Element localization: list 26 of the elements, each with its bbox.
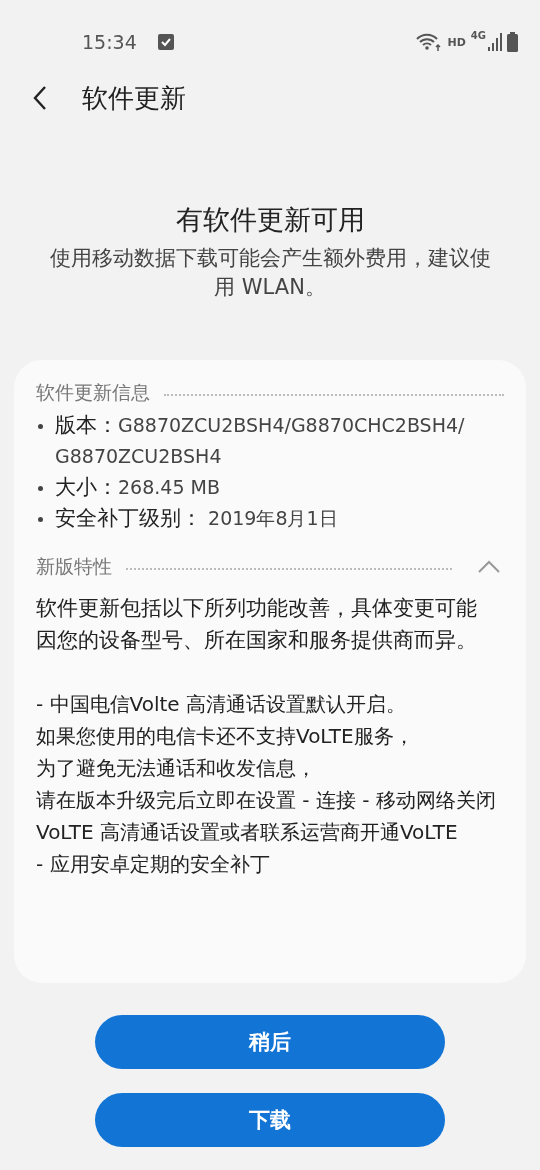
- bullet-icon: [38, 424, 43, 429]
- bullet-icon: [38, 486, 43, 491]
- features-summary: 软件更新包括以下所列功能改善，具体变更可能因您的设备型号、所在国家和服务提供商而异。: [36, 595, 478, 654]
- download-button[interactable]: 下载: [95, 1093, 445, 1147]
- signal-icon: [488, 33, 502, 51]
- info-item: 大小：268.45 MB: [55, 474, 220, 501]
- later-button[interactable]: 稍后: [95, 1015, 445, 1069]
- network-type: 4G: [470, 30, 486, 41]
- battery-icon: [507, 32, 518, 52]
- info-item: 版本：G8870ZCU2BSH4/G8870CHC2BSH4/ G8870ZCU2BSH4: [55, 412, 465, 469]
- feature-note: 为了避免无法通话和收发信息，: [36, 755, 317, 782]
- bullet-icon: [38, 517, 43, 522]
- info-item: 安全补丁级别： 2019年8月1日: [55, 505, 338, 532]
- status-time: 15:34: [82, 31, 137, 53]
- update-heading: 有软件更新可用: [174, 203, 366, 237]
- feature-note: 请在版本升级完后立即在设置 - 连接 - 移动网络关闭VoLTE 高清通话设置或者联系运营商开通VoLTE: [36, 787, 497, 846]
- wifi-icon: [416, 32, 443, 52]
- page-title: 软件更新: [82, 81, 186, 115]
- checkbox-notification-icon: [157, 34, 174, 50]
- hd-indicator: HD: [447, 35, 466, 49]
- feature-note: - 中国电信Volte 高清通话设置默认开启。: [36, 691, 407, 718]
- feature-note: 如果您使用的电信卡还不支持VoLTE服务，: [36, 723, 415, 750]
- feature-note: - 应用安卓定期的安全补丁: [36, 851, 271, 878]
- section-title: 软件更新信息: [36, 380, 150, 405]
- data-charge-message: 使用移动数据下载可能会产生额外费用，建议使用 WLAN。: [48, 245, 492, 301]
- section-title: 新版特性: [36, 554, 112, 579]
